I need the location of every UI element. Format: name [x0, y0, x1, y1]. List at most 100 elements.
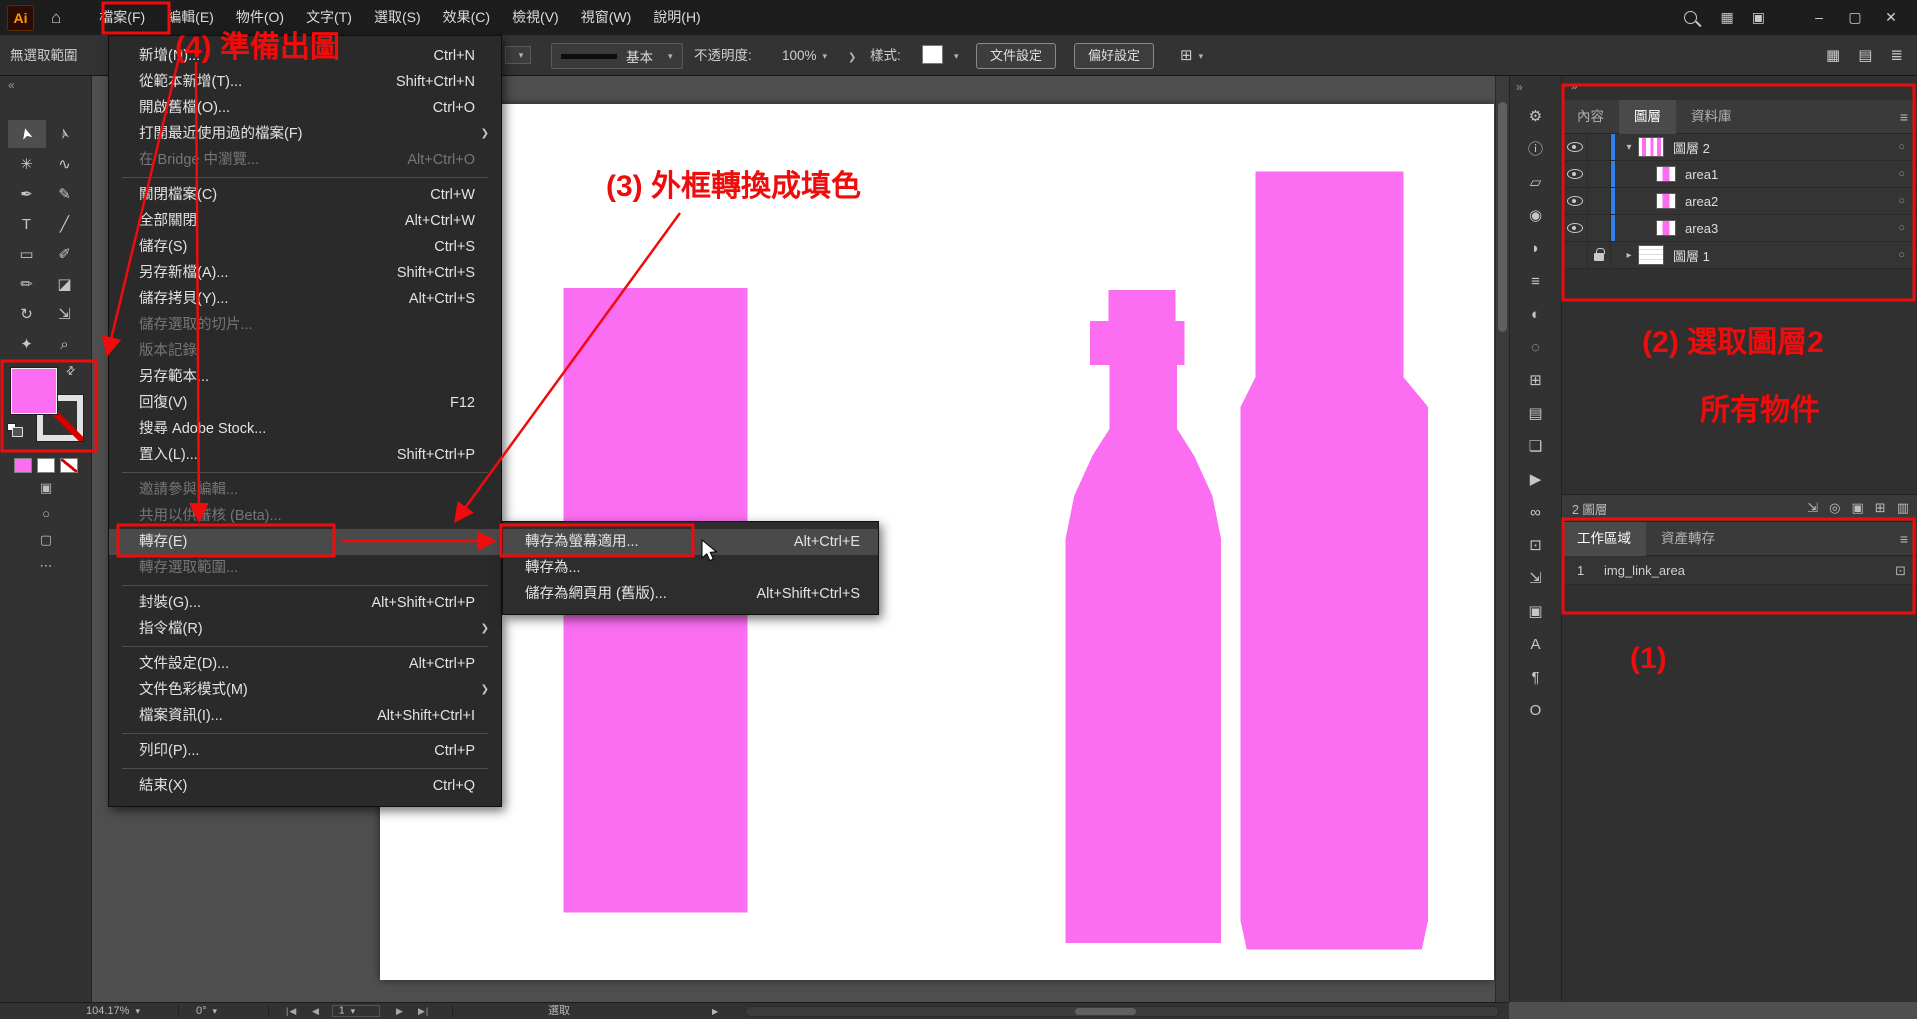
minimize-button[interactable]: –	[1801, 0, 1837, 35]
selection-tool[interactable]: ➤	[8, 120, 46, 148]
menu-item-save-for-web-legacy[interactable]: 儲存為網頁用 (舊版)... Alt+Shift+Ctrl+S	[503, 581, 878, 607]
grid-view-icon[interactable]: ▦	[1826, 35, 1840, 76]
menu-item-save[interactable]: 儲存(S) Ctrl+S	[109, 234, 501, 260]
eyedropper-tool[interactable]: ✦	[8, 330, 46, 358]
menubar-item-select[interactable]: 選取(S)	[363, 0, 432, 35]
menu-item-export-as[interactable]: 轉存為...	[503, 555, 878, 581]
layer-name[interactable]: 圖層 1	[1673, 246, 1898, 265]
target-circle[interactable]: ○	[1898, 141, 1905, 153]
menu-item-document-setup[interactable]: 文件設定(D)... Alt+Ctrl+P	[109, 651, 501, 677]
menu-item-exit[interactable]: 結束(X) Ctrl+Q	[109, 773, 501, 799]
expand-panels-chevron[interactable]	[1516, 80, 1523, 94]
zoom-tool[interactable]: ⌕	[46, 330, 84, 358]
menu-item-version-history[interactable]: 版本記錄	[109, 338, 501, 364]
lasso-tool[interactable]: ∿	[46, 150, 84, 178]
document-setup-button[interactable]: 文件設定	[976, 43, 1056, 69]
artboard-icon[interactable]: ⊡	[1895, 563, 1906, 579]
target-circle[interactable]: ○	[1898, 195, 1905, 207]
menubar-item-edit[interactable]: 編輯(E)	[156, 0, 225, 35]
color-button[interactable]	[14, 458, 32, 473]
menu-item-place[interactable]: 置入(L)... Shift+Ctrl+P	[109, 442, 501, 468]
menubar-item-object[interactable]: 物件(O)	[225, 0, 295, 35]
fill-color-swatch[interactable]	[11, 368, 57, 414]
layers-panel-menu-icon[interactable]	[1900, 100, 1908, 134]
maximize-button[interactable]: ▢	[1837, 0, 1873, 35]
panel-symbols-button[interactable]: ⊞	[1529, 371, 1542, 390]
menu-item-new[interactable]: 新增(N)... Ctrl+N	[109, 43, 501, 69]
menu-item-save-selected-slices[interactable]: 儲存選取的切片...	[109, 312, 501, 338]
panel-swatches-button[interactable]: ▣	[1528, 602, 1542, 621]
make-clipping-mask-button[interactable]: ▣	[1852, 500, 1864, 516]
menu-item-close[interactable]: 關閉檔案(C) Ctrl+W	[109, 182, 501, 208]
visibility-toggle[interactable]	[1562, 188, 1588, 214]
panel-info-button[interactable]: ⓘ	[1528, 140, 1543, 159]
brush-definition-dropdown[interactable]: 基本	[551, 43, 683, 69]
lock-toggle[interactable]	[1588, 242, 1611, 268]
draw-mode-normal-button[interactable]: ▣	[40, 480, 52, 497]
layer-name[interactable]: area3	[1685, 221, 1898, 236]
panel-artboards-button[interactable]: ⊡	[1529, 536, 1542, 555]
menu-item-document-color-mode[interactable]: 文件色彩模式(M)	[109, 677, 501, 703]
type-tool[interactable]: T	[8, 210, 46, 238]
opacity-expander-chevron[interactable]	[848, 35, 856, 78]
visibility-toggle[interactable]	[1562, 242, 1588, 268]
snap-options-dropdown[interactable]: ⊞	[1180, 35, 1203, 77]
pen-tool[interactable]: ✒	[8, 180, 46, 208]
panel-layers-button[interactable]: ❏	[1529, 437, 1542, 456]
tab-properties[interactable]: 內容	[1562, 100, 1619, 134]
expand-chevron[interactable]	[1620, 250, 1638, 261]
collapse-toolbar-chevron[interactable]	[8, 78, 15, 92]
artboard-row-1[interactable]: 1 img_link_area ⊡	[1562, 557, 1917, 585]
menu-item-export-for-screens[interactable]: 轉存為螢幕適用... Alt+Ctrl+E	[503, 529, 878, 555]
menu-item-search-adobe-stock[interactable]: 搜尋 Adobe Stock...	[109, 416, 501, 442]
panel-asset-export-button[interactable]: ⇲	[1529, 569, 1542, 588]
panel-links-button[interactable]: ∞	[1530, 503, 1541, 522]
target-circle[interactable]: ○	[1898, 168, 1905, 180]
delete-layer-button[interactable]: ▥	[1897, 500, 1909, 516]
edit-toolbar-button[interactable]: ⋯	[40, 558, 53, 575]
panel-graphic-styles-button[interactable]: ▤	[1528, 404, 1542, 423]
menubar-item-help[interactable]: 說明(H)	[642, 0, 711, 35]
vertical-scrollbar[interactable]	[1495, 76, 1509, 1002]
menu-item-scripts[interactable]: 指令檔(R)	[109, 616, 501, 642]
first-artboard-button[interactable]: |◀	[286, 1003, 297, 1019]
stroke-color-dropdown[interactable]	[505, 46, 531, 64]
visibility-toggle[interactable]	[1562, 134, 1588, 160]
panel-transparency-button[interactable]: ◌	[1531, 338, 1540, 357]
lock-toggle[interactable]	[1588, 161, 1611, 187]
rotation-dropdown[interactable]: 0°	[196, 1003, 217, 1019]
vertical-scrollbar-thumb[interactable]	[1498, 102, 1507, 332]
tab-libraries[interactable]: 資料庫	[1676, 100, 1747, 134]
panel-character-button[interactable]: A	[1530, 635, 1540, 654]
draw-mode-behind-button[interactable]: ○	[42, 506, 50, 523]
panel-transform-button[interactable]: ▱	[1530, 173, 1542, 192]
panel-opentype-button[interactable]: O	[1530, 701, 1542, 720]
collect-for-export-button[interactable]: ⇲	[1807, 500, 1818, 516]
home-icon[interactable]	[51, 8, 61, 28]
locate-object-button[interactable]: ◎	[1829, 500, 1840, 516]
layer-row-area1[interactable]: area1 ○	[1562, 161, 1917, 188]
tab-layers[interactable]: 圖層	[1619, 100, 1676, 134]
arrange-documents-button[interactable]: ▦	[1721, 9, 1734, 26]
panel-paragraph-button[interactable]: ¶	[1531, 668, 1539, 687]
artboards-panel-menu-icon[interactable]	[1900, 522, 1908, 556]
tab-artboards[interactable]: 工作區域	[1562, 522, 1646, 556]
menu-item-save-a-copy[interactable]: 儲存拷貝(Y)... Alt+Ctrl+S	[109, 286, 501, 312]
direct-selection-tool[interactable]: ➢	[46, 120, 84, 148]
menu-item-save-as[interactable]: 另存新檔(A)... Shift+Ctrl+S	[109, 260, 501, 286]
menu-item-browse-in-bridge[interactable]: 在 Bridge 中瀏覽... Alt+Ctrl+O	[109, 147, 501, 173]
menu-item-package[interactable]: 封裝(G)... Alt+Shift+Ctrl+P	[109, 590, 501, 616]
tab-asset-export[interactable]: 資產轉存	[1646, 522, 1730, 556]
menu-item-open[interactable]: 開啟舊檔(O)... Ctrl+O	[109, 95, 501, 121]
layer-row-layer-2[interactable]: 圖層 2 ○	[1562, 134, 1917, 161]
curvature-tool[interactable]: ✎	[46, 180, 84, 208]
layer-row-area2[interactable]: area2 ○	[1562, 188, 1917, 215]
menu-item-close-all[interactable]: 全部關閉 Alt+Ctrl+W	[109, 208, 501, 234]
panel-properties-button[interactable]: ⚙	[1529, 107, 1542, 126]
layout-view-icon[interactable]: ▤	[1858, 35, 1872, 76]
swap-fill-stroke-icon[interactable]	[63, 363, 79, 379]
scale-tool[interactable]: ⇲	[46, 300, 84, 328]
search-icon[interactable]	[1684, 11, 1697, 24]
menu-item-export[interactable]: 轉存(E)	[109, 529, 501, 555]
visibility-toggle[interactable]	[1562, 161, 1588, 187]
